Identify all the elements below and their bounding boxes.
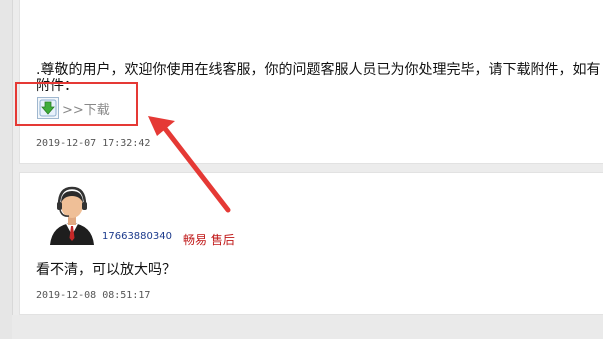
left-rail [0,0,13,339]
message-card-user: 17663880340 畅易 售后 看不清，可以放大吗？ 2019-12-08 … [19,172,603,315]
avatar [47,183,97,245]
bottom-strip [12,315,603,339]
user-name: 畅易 售后 [183,233,235,247]
message-timestamp: 2019-12-07 17:32:42 [36,138,151,149]
annotation-highlight-box [15,82,138,126]
message-text: .尊敬的用户，欢迎你使用在线客服，你的问题客服人员已为你处理完毕，请下载附件，如… [36,62,601,78]
message-timestamp: 2019-12-08 08:51:17 [36,290,151,301]
user-id: 17663880340 [102,231,172,242]
message-text: 看不清，可以放大吗？ [36,262,176,278]
avatar-icon [47,183,97,245]
